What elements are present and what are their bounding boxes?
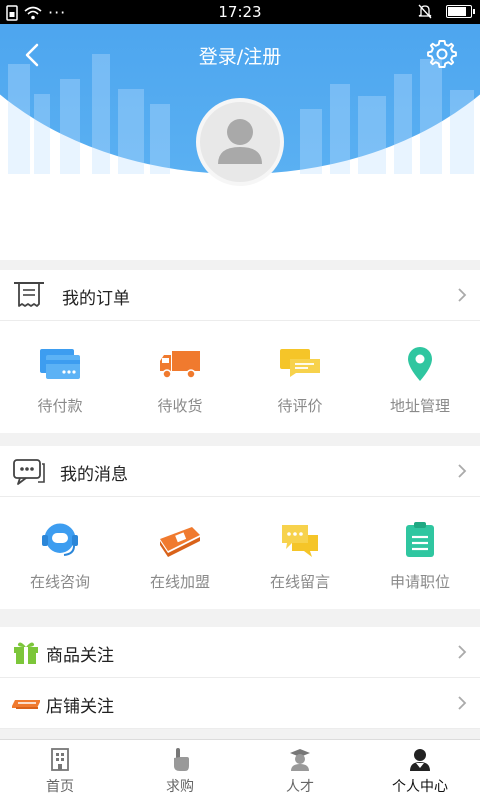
follow-section: 商品关注 店铺关注 <box>0 627 480 729</box>
online-consult-label: 在线咨询 <box>29 573 90 591</box>
shop-follow-label: 店铺关注 <box>46 697 114 717</box>
my-orders-row[interactable]: 我的订单 <box>0 270 480 321</box>
chevron-right-icon <box>458 464 467 478</box>
shop-follow-row[interactable]: 店铺关注 <box>0 678 480 729</box>
apply-position-button[interactable]: 申请职位 <box>360 497 480 609</box>
status-time: 17:23 <box>218 3 262 21</box>
mute-bell-icon <box>418 4 432 19</box>
online-join-label: 在线加盟 <box>149 573 210 591</box>
shop-awning-icon <box>12 700 40 709</box>
online-message-label: 在线留言 <box>269 573 330 591</box>
pending-receipt-label: 待收货 <box>157 397 203 415</box>
person-icon <box>410 749 430 771</box>
comment-icon <box>280 349 320 377</box>
apply-position-label: 申请职位 <box>389 573 450 591</box>
tab-home-label: 首页 <box>46 779 74 795</box>
tab-talent[interactable]: 人才 <box>240 740 360 800</box>
orders-grid: 待付款 待收货 待评价 地址管理 <box>0 321 480 433</box>
address-management-label: 地址管理 <box>389 397 450 415</box>
online-join-button[interactable]: 在线加盟 <box>120 497 240 609</box>
tab-talent-label: 人才 <box>286 779 314 795</box>
settings-gear-icon[interactable] <box>426 38 458 70</box>
gift-icon <box>14 642 38 664</box>
my-messages-row[interactable]: 我的消息 <box>0 446 480 497</box>
address-management-button[interactable]: 地址管理 <box>360 321 480 433</box>
location-pin-icon <box>408 347 432 381</box>
pending-review-label: 待评价 <box>277 397 323 415</box>
bottom-tab-bar: 首页 求购 人才 个人中心 <box>0 739 480 800</box>
avatar[interactable] <box>196 98 284 186</box>
building-icon <box>51 748 69 771</box>
product-follow-row[interactable]: 商品关注 <box>0 627 480 678</box>
hand-pointer-icon <box>174 748 189 771</box>
message-icon <box>13 459 45 485</box>
pending-receipt-button[interactable]: 待收货 <box>120 321 240 433</box>
tab-personal-center-label: 个人中心 <box>392 779 448 795</box>
pending-review-button[interactable]: 待评价 <box>240 321 360 433</box>
card-icon <box>40 349 80 379</box>
user-silhouette-icon <box>218 119 262 164</box>
product-follow-label: 商品关注 <box>46 646 114 666</box>
headset-icon <box>42 523 78 556</box>
tab-personal-center[interactable]: 个人中心 <box>360 740 480 800</box>
messages-section: 我的消息 在线咨询 在线加盟 在线留言 申请职位 <box>0 446 480 609</box>
status-bar: ··· 17:23 <box>0 0 480 24</box>
my-orders-label: 我的订单 <box>62 289 130 309</box>
truck-icon <box>160 351 200 379</box>
orders-section: 我的订单 待付款 待收货 待评价 地址管理 <box>0 270 480 433</box>
online-message-button[interactable]: 在线留言 <box>240 497 360 609</box>
profile-header: 登录/注册 <box>0 24 480 260</box>
clipboard-icon <box>406 522 434 557</box>
pending-payment-button[interactable]: 待付款 <box>0 321 120 433</box>
tab-purchase-request-label: 求购 <box>166 779 194 795</box>
online-consult-button[interactable]: 在线咨询 <box>0 497 120 609</box>
messages-grid: 在线咨询 在线加盟 在线留言 申请职位 <box>0 497 480 609</box>
tab-purchase-request[interactable]: 求购 <box>120 740 240 800</box>
chevron-right-icon <box>458 288 467 302</box>
receipt-icon <box>14 282 44 307</box>
money-stack-icon <box>160 527 200 557</box>
pending-payment-label: 待付款 <box>37 397 83 415</box>
login-register-link[interactable]: 登录/注册 <box>0 42 480 69</box>
chat-bubbles-icon <box>282 525 318 557</box>
battery-icon <box>446 5 475 18</box>
tab-home[interactable]: 首页 <box>0 740 120 800</box>
chevron-right-icon <box>458 645 467 659</box>
chevron-right-icon <box>458 696 467 710</box>
my-messages-label: 我的消息 <box>60 465 128 485</box>
graduate-icon <box>290 749 310 771</box>
